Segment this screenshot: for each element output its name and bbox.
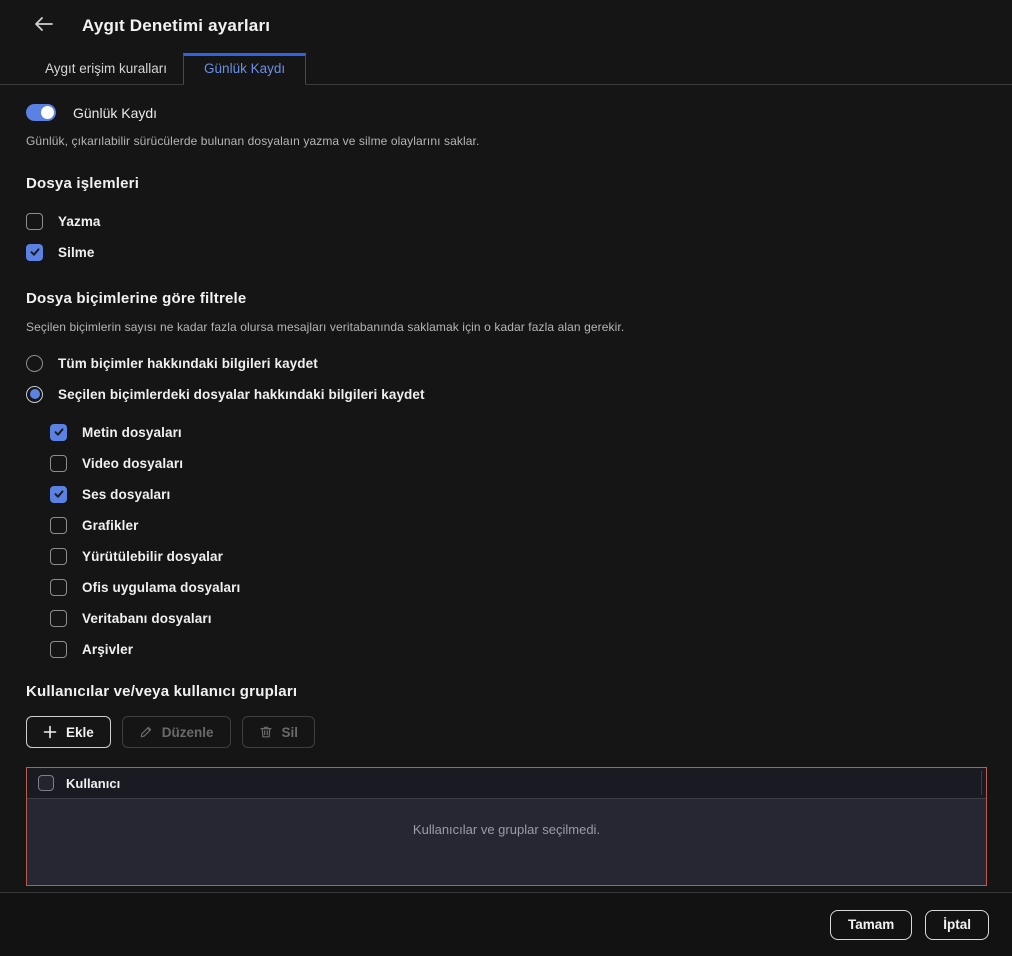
format-checkbox[interactable] xyxy=(50,578,67,596)
checkbox-label: Silme xyxy=(58,244,95,260)
footer-bar: Tamam İptal xyxy=(0,892,1012,956)
file-operations-heading: Dosya işlemleri xyxy=(26,175,140,192)
select-all-checkbox[interactable] xyxy=(38,775,54,791)
format-checkbox-label: Metin dosyaları xyxy=(82,424,182,440)
format-checkbox-label: Arşivler xyxy=(82,641,134,657)
edit-button[interactable]: Düzenle xyxy=(121,716,231,748)
check-icon xyxy=(54,428,63,436)
format-checkbox-label: Veritabanı dosyaları xyxy=(82,610,212,626)
radio-label: Seçilen biçimlerdeki dosyalar hakkındaki… xyxy=(58,386,425,402)
format-checkbox-label: Video dosyaları xyxy=(82,455,184,471)
radio-all-formats[interactable] xyxy=(26,354,43,372)
trash-icon xyxy=(259,725,273,739)
edit-button-label: Düzenle xyxy=(161,724,214,740)
format-filter-description: Seçilen biçimlerin sayısı ne kadar fazla… xyxy=(26,320,625,334)
radio-selected-formats[interactable] xyxy=(26,385,43,403)
format-checkbox-label: Ofis uygulama dosyaları xyxy=(82,579,241,595)
users-table: Kullanıcı Kullanıcılar ve gruplar seçilm… xyxy=(26,767,987,886)
check-icon xyxy=(54,490,63,498)
radio-label: Tüm biçimler hakkındaki bilgileri kaydet xyxy=(58,355,318,371)
radio-row-all-formats: Tüm biçimler hakkındaki bilgileri kaydet xyxy=(26,354,987,372)
device-control-settings-dialog: Aygıt Denetimi ayarları Aygıt erişim kur… xyxy=(0,0,1012,956)
format-checkbox[interactable] xyxy=(50,609,67,627)
format-checkbox-list: Metin dosyaları Video dosyaları Ses dosyal… xyxy=(26,423,987,658)
radio-row-selected-formats: Seçilen biçimlerdeki dosyalar hakkındaki… xyxy=(26,385,987,403)
ok-button[interactable]: Tamam xyxy=(829,909,913,940)
tab-bar: Aygıt erişim kuralları Günlük Kaydı xyxy=(0,52,1012,85)
pencil-icon xyxy=(139,725,153,739)
format-checkbox-row: Video dosyaları xyxy=(50,454,987,472)
toggle-knob xyxy=(41,106,54,119)
delete-button-label: Sil xyxy=(281,724,299,740)
logging-description: Günlük, çıkarılabilir sürücülerde buluna… xyxy=(26,134,480,148)
format-checkbox-row: Veritabanı dosyaları xyxy=(50,609,987,627)
checkbox-label: Yazma xyxy=(58,213,101,229)
header: Aygıt Denetimi ayarları xyxy=(0,0,1012,52)
empty-state-text: Kullanıcılar ve gruplar seçilmedi. xyxy=(412,821,601,837)
format-checkbox[interactable] xyxy=(50,547,67,565)
add-button[interactable]: Ekle xyxy=(26,716,111,748)
tab-content: Günlük Kaydı Günlük, çıkarılabilir sürüc… xyxy=(0,85,1012,892)
users-column-header: Kullanıcı xyxy=(66,775,121,791)
format-checkbox[interactable] xyxy=(50,485,67,503)
format-checkbox-row: Arşivler xyxy=(50,640,987,658)
format-checkbox[interactable] xyxy=(50,454,67,472)
format-checkbox-label: Yürütülebilir dosyalar xyxy=(82,548,223,564)
format-checkbox[interactable] xyxy=(50,423,67,441)
format-filter-heading: Dosya biçimlerine göre filtrele xyxy=(26,290,247,307)
plus-icon xyxy=(43,725,57,739)
checkbox-silme[interactable] xyxy=(26,243,43,261)
checkbox-yazma[interactable] xyxy=(26,212,43,230)
tab-device-access-rules[interactable]: Aygıt erişim kuralları xyxy=(29,54,183,84)
users-toolbar: Ekle Düzenle Sil xyxy=(26,716,987,748)
format-checkbox[interactable] xyxy=(50,516,67,534)
delete-button[interactable]: Sil xyxy=(241,716,316,748)
tab-logging[interactable]: Günlük Kaydı xyxy=(183,53,307,85)
format-checkbox-row: Grafikler xyxy=(50,516,987,534)
logging-toggle[interactable] xyxy=(26,104,56,121)
check-icon xyxy=(30,248,39,256)
format-checkbox-row: Yürütülebilir dosyalar xyxy=(50,547,987,565)
checkbox-row-yazma: Yazma xyxy=(26,212,987,230)
checkbox-row-silme: Silme xyxy=(26,243,987,261)
users-table-header: Kullanıcı xyxy=(27,768,986,799)
add-button-label: Ekle xyxy=(66,724,94,740)
logging-toggle-row: Günlük Kaydı xyxy=(26,104,987,121)
arrow-left-icon xyxy=(34,16,54,37)
radio-dot xyxy=(29,389,40,399)
page-title: Aygıt Denetimi ayarları xyxy=(82,16,271,35)
logging-toggle-label: Günlük Kaydı xyxy=(73,104,158,121)
format-checkbox-label: Grafikler xyxy=(82,517,139,533)
format-checkbox-row: Metin dosyaları xyxy=(50,423,987,441)
back-button[interactable] xyxy=(32,14,56,38)
format-checkbox-label: Ses dosyaları xyxy=(82,486,171,502)
format-checkbox-row: Ofis uygulama dosyaları xyxy=(50,578,987,596)
format-checkbox[interactable] xyxy=(50,640,67,658)
users-table-body: Kullanıcılar ve gruplar seçilmedi. xyxy=(27,799,986,885)
cancel-button[interactable]: İptal xyxy=(925,909,989,940)
format-checkbox-row: Ses dosyaları xyxy=(50,485,987,503)
users-heading: Kullanıcılar ve/veya kullanıcı grupları xyxy=(26,683,298,700)
